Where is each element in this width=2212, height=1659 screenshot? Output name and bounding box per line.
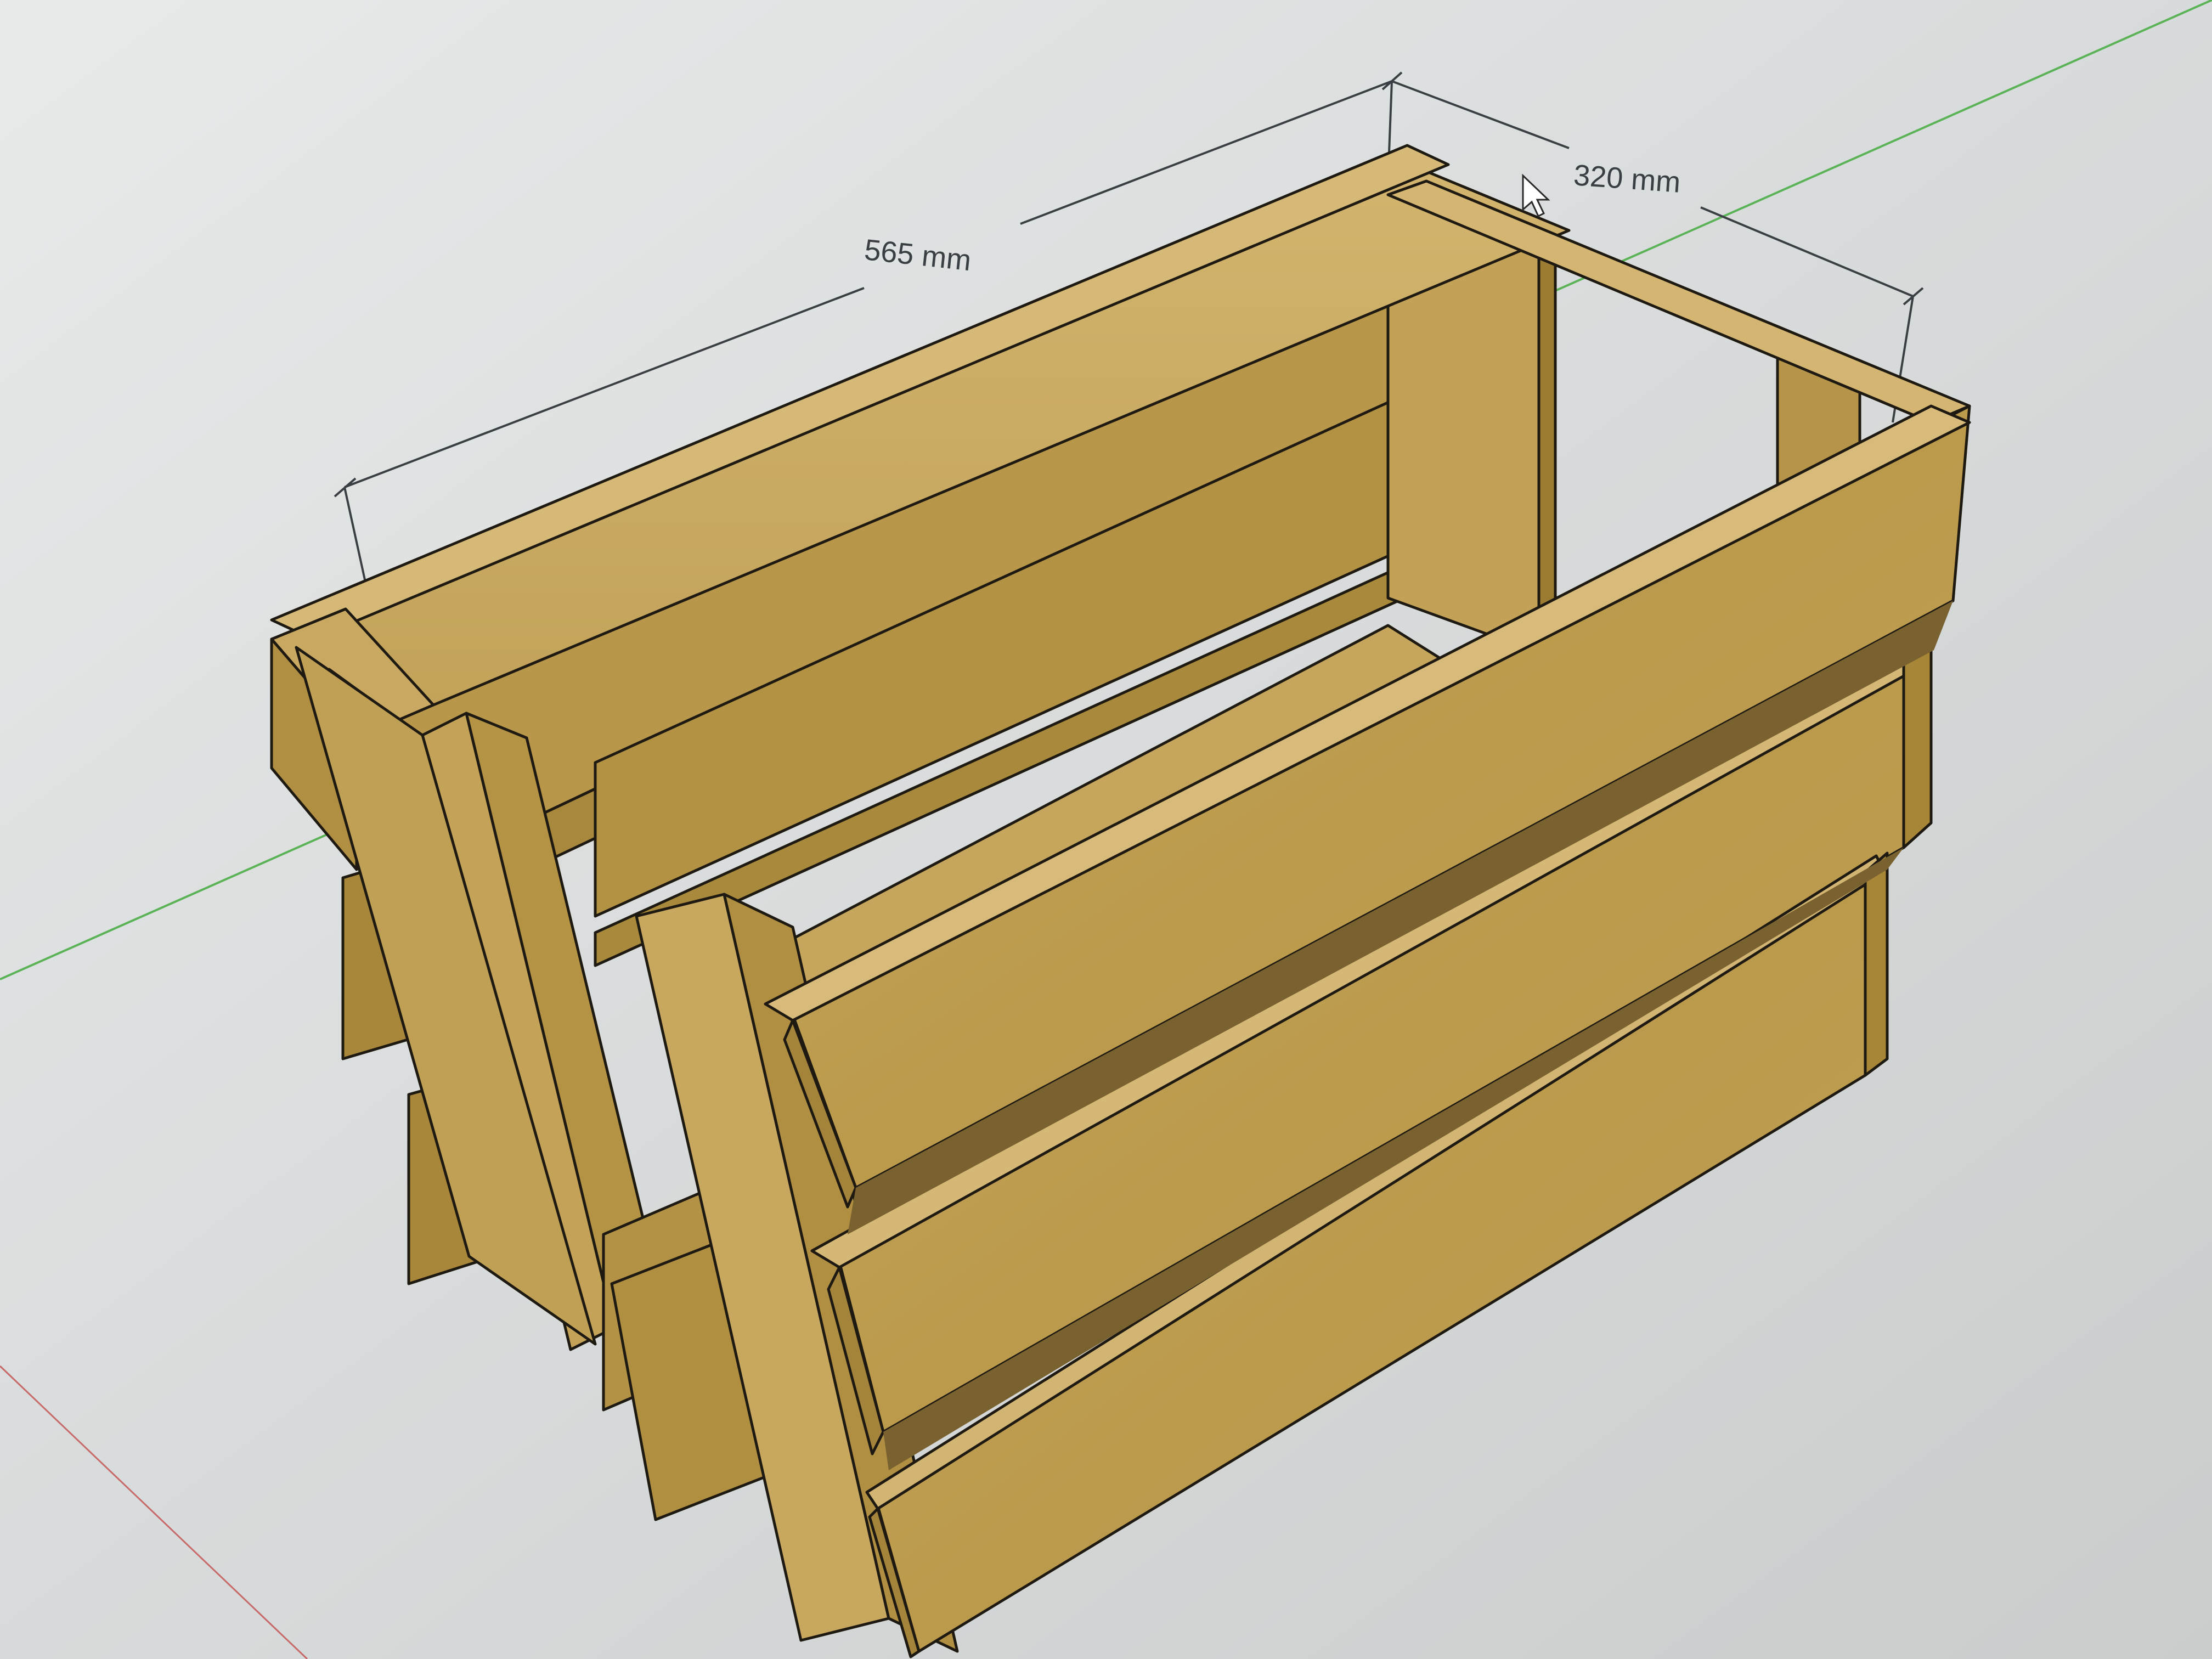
sketchup-viewport[interactable]: 565 mm 320 mm: [0, 0, 2212, 1659]
right-end-lower-board: [1864, 851, 1889, 1077]
model-canvas[interactable]: 565 mm 320 mm: [0, 0, 2212, 1659]
right-end-upper-board: [1902, 640, 1933, 849]
